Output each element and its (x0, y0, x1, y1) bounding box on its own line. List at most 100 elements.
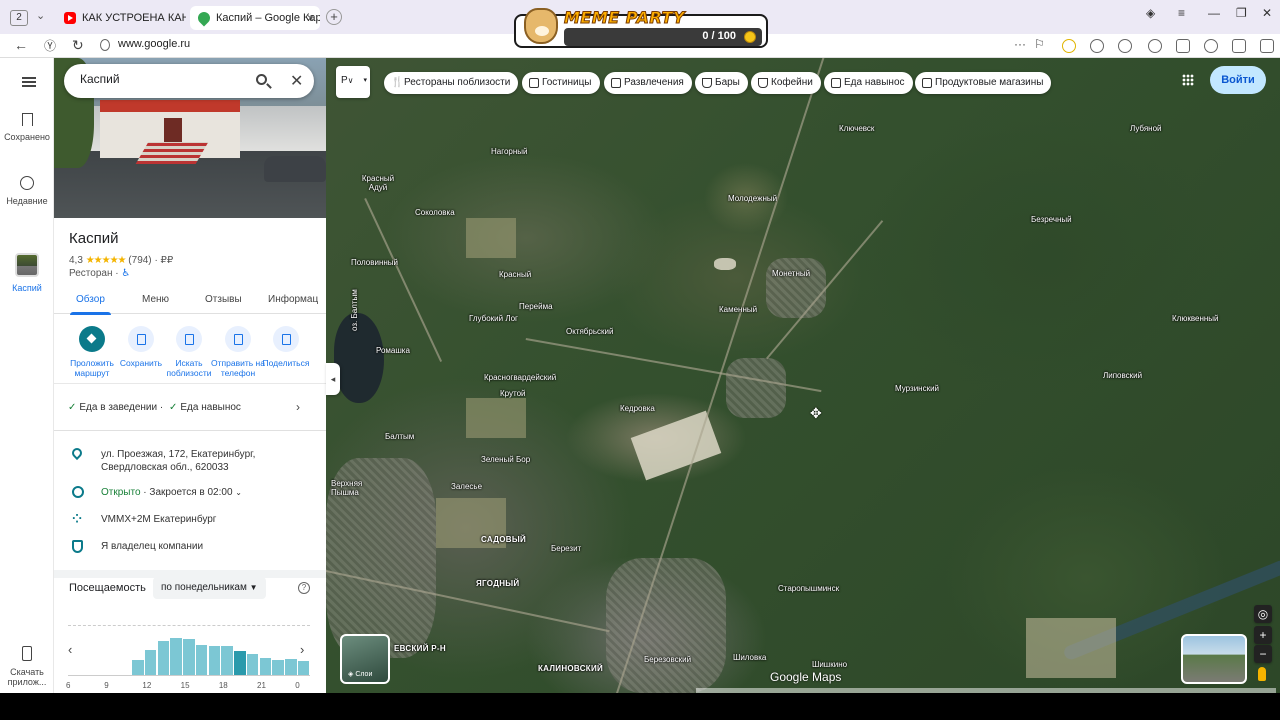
sign-in-button[interactable]: Войти (1210, 66, 1266, 94)
chevron-left-icon[interactable]: ‹ (68, 642, 72, 657)
collapse-panel-button[interactable]: ◂ (326, 363, 340, 395)
map-label[interactable]: Березовский (644, 655, 691, 664)
chart-bar[interactable] (234, 651, 246, 675)
tab-reviews[interactable]: Отзывы (205, 294, 242, 305)
place-category[interactable]: Ресторан · (69, 268, 119, 279)
map-label[interactable]: Зеленый Бор (481, 455, 530, 464)
map-label[interactable]: Балтым (385, 432, 414, 441)
map-label[interactable]: Красный Адуй (360, 174, 396, 192)
google-apps-icon[interactable] (1182, 74, 1194, 86)
chart-bar[interactable] (132, 659, 144, 675)
download-icon[interactable] (1260, 39, 1274, 53)
share-button[interactable]: Поделиться (259, 326, 313, 368)
map-label[interactable]: Октябрьский (566, 327, 613, 336)
more-icon[interactable]: ··· (1014, 37, 1026, 51)
map-label[interactable]: Шиловка (733, 653, 766, 662)
map-label[interactable]: Ключевск (839, 124, 874, 133)
map-label[interactable]: Безречный (1031, 215, 1072, 224)
map-label[interactable]: Монетный (772, 269, 810, 278)
directions-button[interactable]: Проложить маршрут (65, 326, 119, 378)
save-button[interactable]: Сохранить (114, 326, 168, 368)
chevron-right-icon[interactable]: › (300, 642, 304, 657)
chip-groceries[interactable]: Продуктовые магазины (915, 72, 1052, 94)
url-field[interactable]: www.google.ru (118, 38, 190, 50)
chart-bar[interactable] (183, 639, 195, 675)
puzzle-icon[interactable] (1176, 39, 1190, 53)
extension-icon[interactable] (1062, 39, 1076, 53)
map-label[interactable]: Нагорный (491, 147, 528, 156)
globe-icon[interactable] (1090, 39, 1104, 53)
chip-takeaway[interactable]: Еда навынос (824, 72, 913, 94)
yandex-icon[interactable]: Ⓨ (44, 37, 56, 54)
map-label[interactable]: Старопышминск (778, 584, 839, 593)
map-label[interactable]: Кедровка (620, 404, 655, 413)
help-icon[interactable]: ? (298, 582, 310, 594)
map-label[interactable]: Верхняя Пышма (331, 479, 367, 497)
meme-party-widget[interactable]: MEME PARTY 0 / 100 (514, 8, 768, 48)
chip-bars[interactable]: Бары (695, 72, 748, 94)
map-label[interactable]: Шишкино (812, 660, 847, 669)
chart-bar[interactable] (208, 646, 221, 675)
day-select[interactable]: по понедельникам ▼ (153, 577, 266, 599)
service-options[interactable]: ✓ Еда в заведении · ✓ Еда навынос (68, 402, 241, 413)
at-icon[interactable] (1148, 39, 1162, 53)
street-view-thumbnail[interactable] (1181, 634, 1247, 684)
rail-download-app[interactable]: Скачать прилож... (0, 646, 54, 687)
nearby-button[interactable]: Искать поблизости (162, 326, 216, 378)
bookmark-icon[interactable]: ⚐ (1034, 37, 1045, 51)
zoom-in-button[interactable]: + (1254, 626, 1272, 644)
browser-tab-youtube[interactable]: КАК УСТРОЕНА КАНАЛИ (56, 6, 186, 30)
minimize-icon[interactable]: — (1208, 6, 1220, 20)
chart-bar[interactable] (297, 661, 310, 675)
map-label[interactable]: Липовский (1103, 371, 1142, 380)
browser-tab-maps[interactable]: Каспий – Google Карты × (190, 6, 320, 30)
map-label[interactable]: оз. Балтым (350, 289, 359, 331)
my-location-icon[interactable]: ◎ (1254, 605, 1272, 623)
tab-overview[interactable]: Обзор (70, 294, 111, 315)
menu-icon[interactable]: ≡ (1178, 6, 1185, 20)
rail-place[interactable]: Каспий (0, 253, 54, 293)
map-label[interactable]: Молодежный (728, 194, 777, 203)
map-label[interactable]: Залесье (451, 482, 482, 491)
map-label[interactable]: Лубяной (1130, 124, 1162, 133)
chip-hotels[interactable]: Гостиницы (522, 72, 600, 94)
tabs-dropdown-icon[interactable]: ⌄ (36, 9, 45, 22)
chevron-right-icon[interactable]: › (296, 400, 300, 414)
site-info-icon[interactable] (100, 39, 110, 51)
chart-bar[interactable] (170, 638, 182, 675)
maximize-icon[interactable]: ❐ (1236, 6, 1247, 20)
map-label[interactable]: ЯГОДНЫЙ (476, 579, 519, 588)
chart-bar[interactable] (157, 640, 170, 675)
chip-cafes[interactable]: Кофейни (751, 72, 821, 94)
send-to-phone-button[interactable]: Отправить на телефон (211, 326, 265, 378)
map-type-select[interactable]: Р∨ ▾ (336, 66, 370, 98)
chart-bar[interactable] (144, 649, 157, 675)
chip-entertainment[interactable]: Развлечения (604, 72, 692, 94)
menu-icon[interactable] (22, 77, 36, 87)
map-label[interactable]: Клюквенный (1172, 314, 1219, 323)
reload-icon[interactable]: ↻ (72, 37, 84, 54)
map-label[interactable]: КАЛИНОВСКИЙ (538, 664, 603, 673)
back-icon[interactable]: ← (14, 37, 28, 53)
chart-bar[interactable] (195, 645, 208, 675)
vpn-icon[interactable] (1118, 39, 1132, 53)
rail-saved[interactable]: Сохранено (0, 113, 54, 142)
map-label[interactable]: Крутой (500, 389, 526, 398)
map-label[interactable]: Глубокий Лог (469, 314, 518, 323)
close-icon[interactable]: ✕ (290, 71, 303, 91)
zoom-out-button[interactable]: − (1254, 645, 1272, 663)
search-input[interactable] (80, 72, 240, 86)
rail-recent[interactable]: Недавние (0, 176, 54, 206)
map-label[interactable]: Красный (499, 270, 531, 279)
tab-menu[interactable]: Меню (142, 294, 169, 305)
map-label[interactable]: Перейма (519, 302, 553, 311)
search-icon[interactable] (256, 74, 267, 85)
map-label[interactable]: ЕВСКИЙ Р-Н (394, 644, 446, 653)
close-window-icon[interactable]: ✕ (1262, 6, 1272, 20)
close-tab-icon[interactable]: × (307, 6, 314, 30)
satellite-map[interactable]: Ключевск Лубяной Нагорный Красный Адуй М… (326, 58, 1280, 693)
map-label[interactable]: Мурзинский (895, 384, 939, 393)
map-label[interactable]: Красногвардейский (484, 373, 556, 382)
map-label[interactable]: Березит (551, 544, 581, 553)
chart-bar[interactable] (259, 657, 272, 675)
